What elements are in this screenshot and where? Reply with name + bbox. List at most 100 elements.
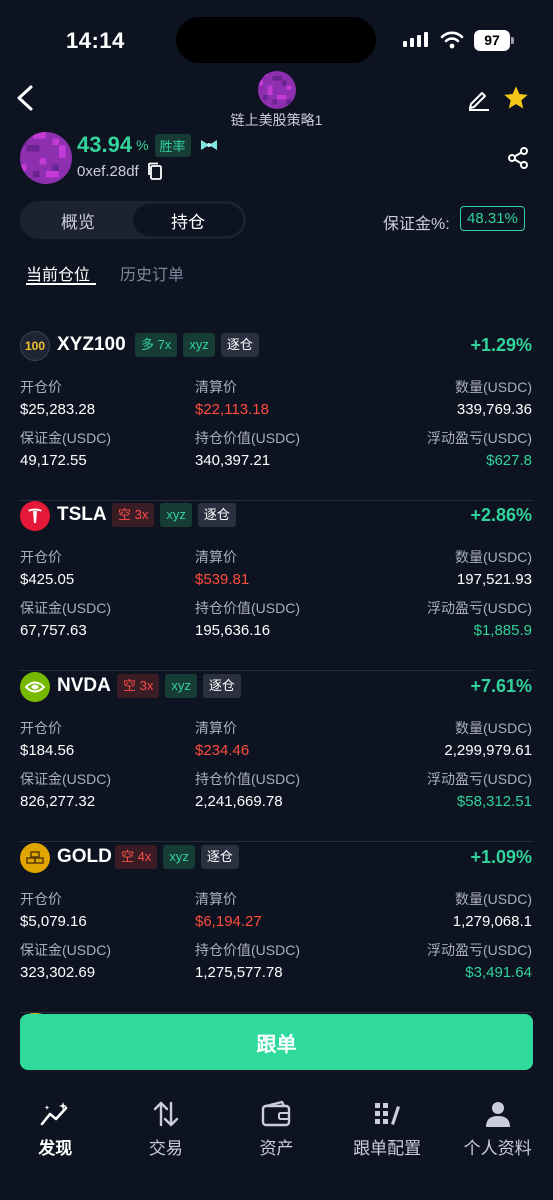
position-symbol: XYZ100 [57, 334, 126, 355]
entry-price-value: $25,283.28 [20, 401, 96, 418]
subtab-current-positions[interactable]: 当前仓位 [26, 261, 90, 285]
margin-value: 826,277.32 [20, 793, 96, 810]
position-change: +2.86% [470, 505, 532, 525]
tab-overview[interactable]: 概览 [23, 204, 133, 236]
position-value: 2,241,669.78 [195, 793, 283, 810]
dex-tag: xyz [165, 674, 197, 698]
share-icon[interactable] [506, 146, 530, 170]
entry-price-label: 开仓价 [20, 379, 62, 395]
nav-copy-config[interactable]: 跟单配置 [332, 1100, 443, 1170]
nav-copy-config-label: 跟单配置 [353, 1139, 422, 1158]
entry-price-value: $425.05 [20, 571, 75, 588]
xyz100-icon: 100 [20, 331, 50, 361]
entry-price-label: 开仓价 [20, 549, 62, 565]
liq-price-label: 清算价 [195, 379, 237, 395]
quantity-value: 1,279,068.1 [452, 913, 532, 930]
trader-avatar [20, 132, 72, 184]
liq-price-value: $6,194.27 [195, 913, 262, 930]
trade-icon [153, 1101, 179, 1127]
position-card[interactable]: TSLA 空 3x xyz 逐仓 +2.86% 开仓价 $425.05 清算价 … [0, 501, 553, 671]
nav-assets-label: 资产 [259, 1139, 294, 1158]
entry-price-label: 开仓价 [20, 891, 62, 907]
back-arrow-icon[interactable] [14, 84, 36, 112]
position-value-label: 持仓价值(USDC) [195, 600, 300, 616]
bow-icon [200, 140, 217, 150]
side-leverage-tag: 空 3x [112, 503, 155, 527]
quantity-label: 数量(USDC) [455, 379, 532, 395]
entry-price-value: $184.56 [20, 742, 75, 759]
quantity-value: 2,299,979.61 [444, 742, 532, 759]
cellular-signal-icon [403, 32, 428, 47]
copy-icon[interactable] [147, 162, 163, 180]
view-tabs: 概览 持仓 [20, 201, 246, 239]
margin-label: 保证金(USDC) [20, 771, 111, 787]
position-tags: 空 3x xyz 逐仓 [117, 674, 241, 698]
pnl-value: $58,312.51 [456, 793, 532, 810]
pnl-label: 浮动盈亏(USDC) [427, 771, 532, 787]
position-value: 1,275,577.78 [195, 964, 283, 981]
liq-price-value: $22,113.18 [195, 401, 269, 418]
edit-icon[interactable] [466, 86, 492, 112]
position-change: +1.09% [470, 847, 532, 867]
position-value-label: 持仓价值(USDC) [195, 771, 300, 787]
dex-tag: xyz [160, 503, 192, 527]
margin-label: 保证金(USDC) [20, 430, 111, 446]
quantity-label: 数量(USDC) [455, 549, 532, 565]
position-tags: 空 4x xyz 逐仓 [115, 845, 239, 869]
gold-bars-icon [20, 843, 50, 873]
pnl-value: $627.8 [486, 452, 532, 469]
subtab-order-history[interactable]: 历史订单 [120, 261, 184, 285]
battery-tip [511, 37, 514, 44]
dex-tag: xyz [183, 333, 215, 357]
quantity-label: 数量(USDC) [455, 891, 532, 907]
position-symbol: GOLD [57, 846, 112, 867]
discover-icon [40, 1102, 68, 1126]
wifi-icon [440, 31, 464, 49]
nvidia-logo-icon [20, 672, 50, 702]
position-value: 195,636.16 [195, 622, 271, 639]
tesla-logo-icon [20, 501, 50, 531]
strategy-title: 链上美股策略1 [230, 112, 323, 128]
pnl-value: $3,491.64 [465, 964, 532, 981]
divider [20, 1012, 533, 1013]
margin-label: 保证金(USDC) [20, 942, 111, 958]
position-tags: 空 3x xyz 逐仓 [112, 503, 236, 527]
position-card[interactable]: GOLD 空 4x xyz 逐仓 +1.09% 开仓价 $5,079.16 清算… [0, 843, 553, 1013]
divider [20, 670, 533, 671]
quantity-value: 197,521.93 [456, 571, 532, 588]
margin-value: 49,172.55 [20, 452, 87, 469]
margin-mode-tag: 逐仓 [220, 333, 259, 357]
pnl-label: 浮动盈亏(USDC) [427, 942, 532, 958]
margin-mode-tag: 逐仓 [197, 503, 236, 527]
liq-price-label: 清算价 [195, 891, 237, 907]
nav-profile[interactable]: 个人资料 [442, 1100, 553, 1170]
strategy-avatar [258, 71, 296, 109]
margin-mode-tag: 逐仓 [200, 845, 239, 869]
position-symbol: NVDA [57, 675, 111, 696]
nav-trade[interactable]: 交易 [111, 1100, 222, 1170]
battery-indicator: 97 [474, 30, 510, 51]
position-card[interactable]: 100 XYZ100 多 7x xyz 逐仓 +1.29% 开仓价 $25,28… [0, 331, 553, 501]
margin-value: 323,302.69 [20, 964, 96, 981]
copy-trade-button[interactable]: 跟单 [20, 1014, 533, 1070]
position-card[interactable]: NVDA 空 3x xyz 逐仓 +7.61% 开仓价 $184.56 清算价 … [0, 672, 553, 842]
quantity-value: 339,769.36 [456, 401, 532, 418]
margin-label: 保证金(USDC) [20, 600, 111, 616]
position-tags: 多 7x xyz 逐仓 [135, 333, 259, 357]
divider [20, 841, 533, 842]
subtab-active-indicator [26, 283, 96, 285]
nav-profile-label: 个人资料 [463, 1139, 532, 1158]
liq-price-value: $539.81 [195, 571, 250, 588]
liq-price-label: 清算价 [195, 720, 237, 736]
pnl-label: 浮动盈亏(USDC) [427, 600, 532, 616]
win-rate-badge: 胜率 [154, 133, 191, 157]
nav-discover[interactable]: 发现 [0, 1100, 111, 1170]
margin-ratio-value: 48.31% [460, 206, 525, 231]
position-value-label: 持仓价值(USDC) [195, 430, 300, 446]
margin-mode-tag: 逐仓 [202, 674, 241, 698]
position-change: +7.61% [470, 676, 532, 696]
nav-assets[interactable]: 资产 [221, 1100, 332, 1170]
tab-positions[interactable]: 持仓 [133, 204, 243, 236]
star-favorite-icon[interactable] [502, 84, 530, 112]
side-leverage-tag: 空 4x [115, 845, 158, 869]
